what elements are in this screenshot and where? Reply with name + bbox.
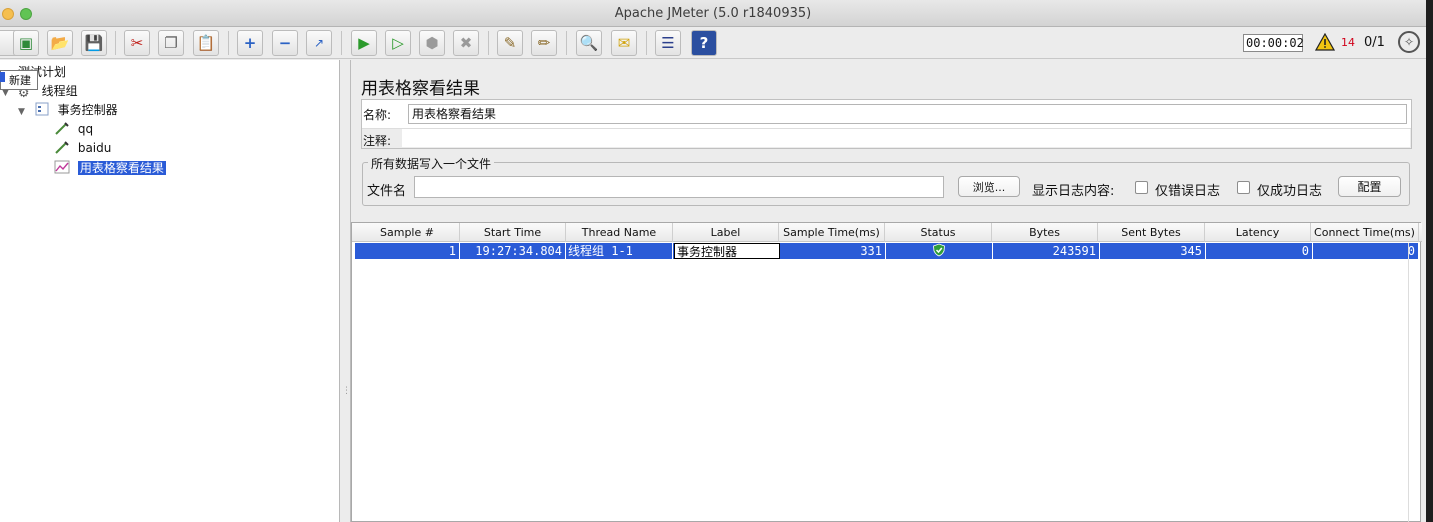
main-toolbar: ▣ 📂 💾 ✂ ❐ 📋 + − ↗ ▶ ▷ ⬢ ✖ ✎ ✏ 🔍 ✉ ☰ ? <box>0 27 1426 59</box>
pipette-icon <box>55 122 69 135</box>
expand-all-icon[interactable]: + <box>237 30 263 56</box>
column-header-start-time[interactable]: Start Time <box>460 223 566 242</box>
collapse-all-icon[interactable]: − <box>272 30 298 56</box>
tree-node-label: qq <box>77 122 94 136</box>
tree-node-label: baidu <box>77 141 112 155</box>
column-header-connect-time[interactable]: Connect Time(ms) <box>1311 223 1419 242</box>
save-icon[interactable]: 💾 <box>81 30 107 56</box>
paste-icon[interactable]: 📋 <box>193 30 219 56</box>
errors-only-label: 仅错误日志 <box>1155 184 1221 199</box>
toggle-icon[interactable]: ↗ <box>306 30 332 56</box>
window-title: Apache JMeter (5.0 r1840935) <box>614 6 812 21</box>
templates-icon[interactable]: ▣ <box>13 30 39 56</box>
column-header-label[interactable]: Label <box>673 223 779 242</box>
filename-input[interactable] <box>414 176 944 198</box>
clear-all-icon[interactable]: ✏ <box>531 30 557 56</box>
success-only-label: 仅成功日志 <box>1257 184 1323 199</box>
cell-label[interactable]: 事务控制器 <box>674 243 780 259</box>
clear-icon[interactable]: ✎ <box>497 30 523 56</box>
start-no-pauses-icon[interactable]: ▷ <box>385 30 411 56</box>
open-folder-icon[interactable]: 📂 <box>47 30 73 56</box>
cell-start-time[interactable]: 19:27:34.804 <box>460 243 566 259</box>
new-tooltip: 新建 <box>0 70 38 90</box>
column-header-status[interactable]: Status <box>885 223 992 242</box>
cut-icon[interactable]: ✂ <box>124 30 150 56</box>
browse-button[interactable]: 浏览... <box>958 176 1020 197</box>
errors-only-checkbox[interactable] <box>1135 181 1148 194</box>
filename-label: 文件名 <box>367 184 407 199</box>
tooltip-marker <box>0 72 5 82</box>
desktop-edge <box>1426 0 1433 522</box>
cell-thread-name[interactable]: 线程组 1-1 <box>566 243 673 259</box>
copy-icon[interactable]: ❐ <box>158 30 184 56</box>
cell-sent-bytes[interactable]: 345 <box>1100 243 1206 259</box>
expander-icon[interactable]: ▼ <box>18 103 30 121</box>
tree-node-label: 线程组 <box>41 84 78 98</box>
pipette-icon <box>55 141 69 154</box>
shutdown-icon[interactable]: ✖ <box>453 30 479 56</box>
reset-search-broom-icon[interactable]: ✉ <box>611 30 637 56</box>
success-only-checkbox[interactable] <box>1237 181 1250 194</box>
tree-node-label: 事务控制器 <box>57 103 118 117</box>
table-row[interactable]: 1 19:27:34.804 线程组 1-1 事务控制器 331 243591 … <box>355 243 1419 259</box>
elapsed-timer: 00:00:02 <box>1243 34 1304 52</box>
test-plan-tree: 测试计划 ▼ ⚙ 线程组 ▼ 事务控制器 qq baidu 用表格察看结果 <box>0 60 340 522</box>
tree-node-transaction-controller[interactable]: ▼ 事务控制器 <box>18 101 118 119</box>
tree-node-listener[interactable]: 用表格察看结果 <box>54 159 166 177</box>
cell-status[interactable] <box>886 243 993 259</box>
chart-listener-icon <box>54 160 70 174</box>
start-icon[interactable]: ▶ <box>351 30 377 56</box>
comment-label: 注释: <box>363 134 392 148</box>
tree-node-sampler-qq[interactable]: qq <box>54 120 93 138</box>
help-icon[interactable]: ? <box>691 30 717 56</box>
tree-node-label-selected: 用表格察看结果 <box>77 161 166 175</box>
cell-sample-time[interactable]: 331 <box>779 243 886 259</box>
cell-sample[interactable]: 1 <box>355 243 460 259</box>
table-header: Sample # Start Time Thread Name Label Sa… <box>352 223 1422 242</box>
name-label: 名称: <box>363 108 392 122</box>
name-input[interactable]: 用表格察看结果 <box>408 104 1407 124</box>
file-group-label: 所有数据写入一个文件 <box>368 155 495 172</box>
column-header-bytes[interactable]: Bytes <box>992 223 1098 242</box>
comment-input[interactable] <box>402 129 1410 147</box>
remote-globe-icon[interactable]: ✧ <box>1398 31 1420 53</box>
search-binoculars-icon[interactable]: 🔍 <box>576 30 602 56</box>
cell-connect-time[interactable]: 0 <box>1313 243 1419 259</box>
warning-icon[interactable] <box>1315 33 1335 51</box>
table-column-guide <box>1408 243 1409 522</box>
cell-latency[interactable]: 0 <box>1206 243 1313 259</box>
success-shield-icon <box>933 243 945 257</box>
window-titlebar: Apache JMeter (5.0 r1840935) <box>0 0 1426 27</box>
column-header-sample-time[interactable]: Sample Time(ms) <box>779 223 885 242</box>
column-header-thread-name[interactable]: Thread Name <box>566 223 673 242</box>
column-header-sample[interactable]: Sample # <box>355 223 460 242</box>
warning-count[interactable]: 14 <box>1341 36 1355 49</box>
function-helper-icon[interactable]: ☰ <box>655 30 681 56</box>
results-table: Sample # Start Time Thread Name Label Sa… <box>351 222 1422 522</box>
column-header-sent-bytes[interactable]: Sent Bytes <box>1098 223 1205 242</box>
stop-icon[interactable]: ⬢ <box>419 30 445 56</box>
active-threads: 0/1 <box>1364 35 1385 50</box>
controller-icon <box>35 102 49 116</box>
log-content-label: 显示日志内容: <box>1032 184 1115 199</box>
split-pane-divider[interactable] <box>341 60 349 522</box>
configure-button[interactable]: 配置 <box>1338 176 1401 197</box>
cell-bytes[interactable]: 243591 <box>993 243 1100 259</box>
tree-node-sampler-baidu[interactable]: baidu <box>54 139 111 157</box>
column-header-latency[interactable]: Latency <box>1205 223 1311 242</box>
page-title: 用表格察看结果 <box>361 79 480 99</box>
